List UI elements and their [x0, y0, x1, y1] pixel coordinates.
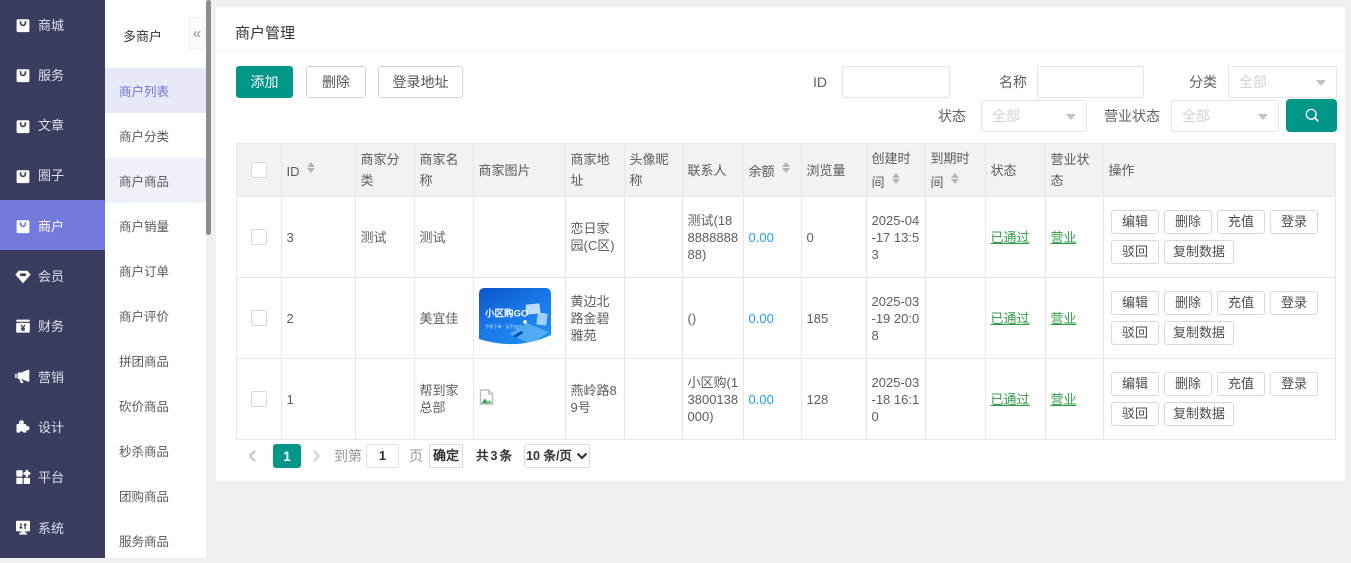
- svg-text:小区购GO: 小区购GO: [484, 307, 528, 319]
- svg-text:手机下单 · 足不出户: 手机下单 · 足不出户: [485, 323, 522, 330]
